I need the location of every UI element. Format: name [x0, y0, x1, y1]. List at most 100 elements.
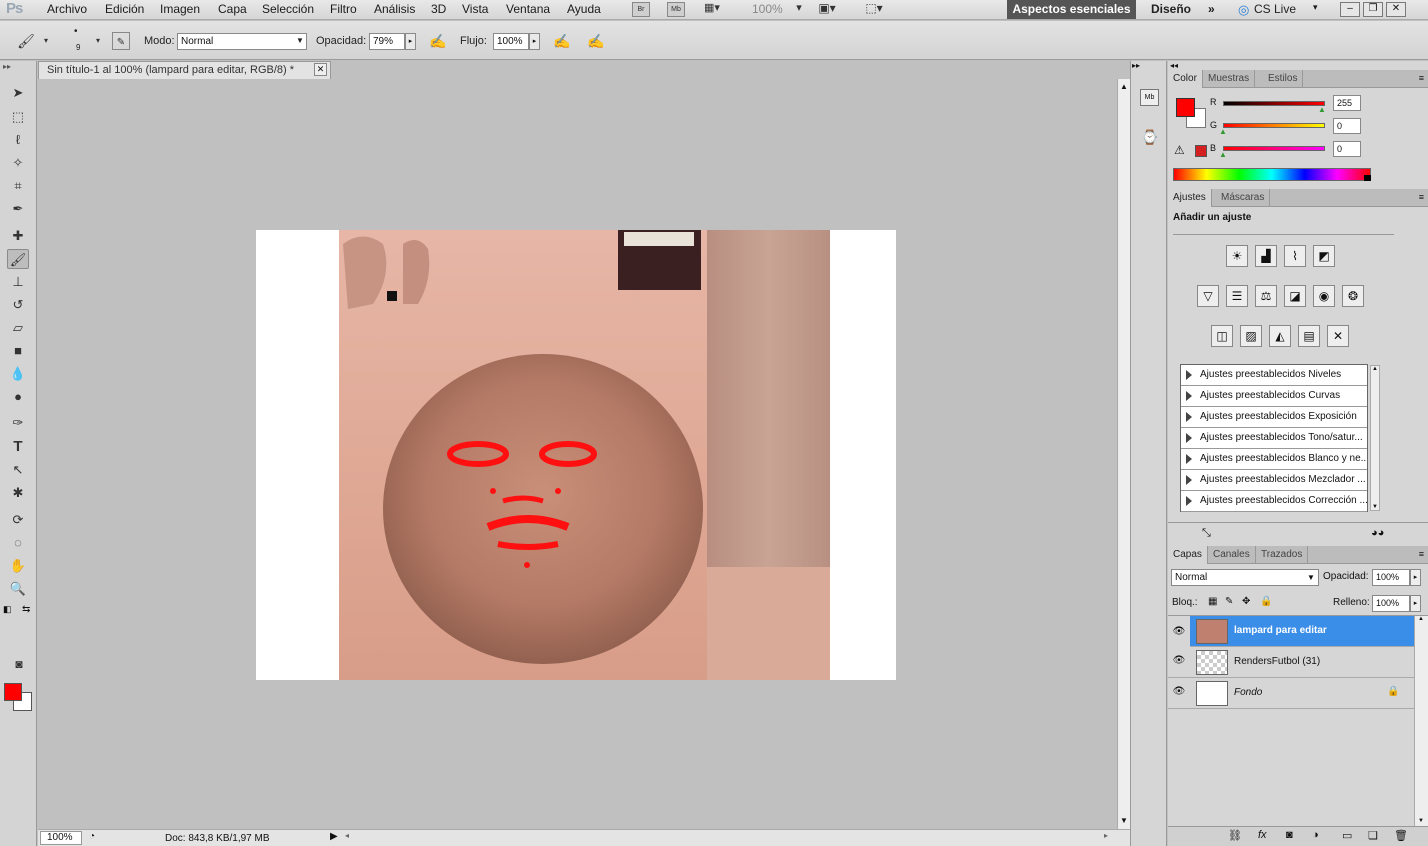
levels-icon[interactable]: ▟ [1255, 245, 1277, 267]
menu-ventana[interactable]: Ventana [506, 2, 550, 16]
hscroll-left-icon[interactable]: ◂ [345, 831, 349, 840]
menu-analisis[interactable]: Análisis [374, 2, 415, 16]
adjustment-clip-icon[interactable]: ◕◕ [1371, 527, 1384, 539]
return-to-adjustments-icon[interactable]: ⤡ [1202, 527, 1211, 540]
opacity-slider-arrow-icon[interactable]: ▸ [405, 33, 416, 50]
history-panel-icon[interactable]: ⌚ [1141, 129, 1158, 146]
lock-pixels-icon[interactable]: ✎ [1225, 596, 1233, 607]
preset-niveles[interactable]: Ajustes preestablecidos Niveles [1181, 365, 1367, 386]
arrange-documents-icon[interactable]: ▣▾ [818, 2, 836, 17]
gradient-tool-icon[interactable]: ■ [7, 341, 29, 361]
brush-panel-toggle-icon[interactable]: ✎ [112, 32, 130, 50]
posterize-icon[interactable]: ▨ [1240, 325, 1262, 347]
dock-collapse-icon[interactable]: ▸▸ [1132, 61, 1140, 70]
presets-scroll-up-icon[interactable]: ▲ [1372, 366, 1378, 372]
layer-row[interactable]: 👁 RendersFutbol (31) [1168, 647, 1414, 678]
preset-exposicion[interactable]: Ajustes preestablecidos Exposición [1181, 407, 1367, 428]
foreground-color-swatch[interactable] [4, 683, 22, 701]
eraser-tool-icon[interactable]: ▱ [7, 318, 29, 338]
3d-orbit-icon[interactable]: ◌ [7, 533, 29, 553]
g-slider-thumb-icon[interactable]: ▲ [1219, 127, 1227, 136]
mode-dropdown-icon[interactable]: ▼ [296, 36, 304, 45]
hue-saturation-icon[interactable]: ☰ [1226, 285, 1248, 307]
status-info-icon[interactable]: ◔ [89, 831, 95, 842]
layers-scroll-up-icon[interactable]: ▲ [1418, 616, 1424, 622]
status-zoom[interactable]: 100% [40, 831, 82, 845]
layers-scrollbar[interactable]: ▲ ▼ [1414, 616, 1428, 826]
menu-vista[interactable]: Vista [462, 2, 488, 16]
healing-brush-icon[interactable]: ✚ [7, 226, 29, 246]
color-panel-collapse-icon[interactable]: ◂◂ [1170, 61, 1178, 70]
channel-mixer-icon[interactable]: ❂ [1342, 285, 1364, 307]
layer-opacity-arrow-icon[interactable]: ▸ [1410, 569, 1421, 586]
tab-canales[interactable]: Canales [1208, 546, 1256, 564]
more-workspaces-icon[interactable]: » [1208, 2, 1215, 16]
menu-archivo[interactable]: Archivo [47, 2, 87, 16]
preset-tono-saturacion[interactable]: Ajustes preestablecidos Tono/satur... [1181, 428, 1367, 449]
delete-layer-icon[interactable]: 🗑 [1394, 829, 1408, 842]
flow-input[interactable]: 100% [493, 33, 529, 50]
curves-icon[interactable]: ⌇ [1284, 245, 1306, 267]
new-adjustment-layer-icon[interactable]: ◑ [1312, 829, 1319, 841]
close-icon[interactable]: ✕ [1386, 2, 1406, 17]
color-panel-fg-swatch[interactable] [1176, 98, 1195, 117]
brush-tool-icon[interactable]: 🖌 [7, 249, 29, 269]
preset-curvas[interactable]: Ajustes preestablecidos Curvas [1181, 386, 1367, 407]
history-brush-icon[interactable]: ↺ [7, 295, 29, 315]
vertical-scrollbar[interactable]: ▲ ▼ [1117, 79, 1130, 829]
preset-correccion[interactable]: Ajustes preestablecidos Corrección ... [1181, 491, 1367, 512]
r-slider[interactable] [1223, 101, 1325, 106]
fill-input[interactable]: 100% [1372, 595, 1410, 612]
layer-row[interactable]: 👁 Fondo 🔒 [1168, 678, 1414, 709]
eyedropper-tool-icon[interactable]: ✒ [7, 199, 29, 219]
canvas-area[interactable] [38, 79, 1117, 829]
brush-size[interactable]: 9 [76, 43, 80, 52]
swap-colors-icon[interactable]: ⇆ [22, 604, 30, 615]
view-extras-icon[interactable]: ▦▾ [703, 2, 721, 17]
threshold-icon[interactable]: ◭ [1269, 325, 1291, 347]
brush-preset-icon[interactable]: 🖌 [16, 31, 36, 51]
layer-visibility-eye-icon[interactable]: 👁 [1170, 655, 1188, 669]
hscroll-right-icon[interactable]: ▸ [1104, 831, 1108, 840]
tab-estilos[interactable]: Estilos [1263, 70, 1304, 88]
layer-opacity-input[interactable]: 100% [1372, 569, 1410, 586]
quick-selection-icon[interactable]: ✧ [7, 153, 29, 173]
blend-mode-select[interactable]: Normal [1171, 569, 1319, 586]
gamut-warning-icon[interactable]: ⚠ [1174, 143, 1185, 157]
lock-all-icon[interactable]: 🔒 [1260, 596, 1272, 607]
color-balance-icon[interactable]: ⚖ [1255, 285, 1277, 307]
airbrush-icon[interactable]: ✍ [552, 31, 572, 51]
layer-name[interactable]: RendersFutbol (31) [1234, 656, 1320, 667]
new-group-icon[interactable]: ▭ [1342, 829, 1352, 842]
quick-mask-icon[interactable]: ◙ [8, 654, 30, 674]
gradient-map-icon[interactable]: ▤ [1298, 325, 1320, 347]
type-tool-icon[interactable]: T [7, 437, 29, 457]
shape-tool-icon[interactable]: ✱ [7, 483, 29, 503]
crop-tool-icon[interactable]: ⌗ [7, 176, 29, 196]
scroll-up-icon[interactable]: ▲ [1120, 82, 1128, 91]
tab-muestras[interactable]: Muestras [1203, 70, 1256, 88]
lock-transparent-icon[interactable]: ▦ [1208, 596, 1217, 607]
cslive-button[interactable]: CS Live [1254, 2, 1296, 16]
blur-tool-icon[interactable]: 💧 [7, 364, 29, 384]
menu-ayuda[interactable]: Ayuda [567, 2, 601, 16]
mode-select[interactable]: Normal [177, 33, 307, 50]
brush-size-dropdown-icon[interactable]: ▾ [88, 31, 108, 51]
tab-capas[interactable]: Capas [1168, 546, 1208, 564]
spectrum-black-swatch[interactable] [1364, 175, 1371, 181]
clone-stamp-icon[interactable]: ⊥ [7, 272, 29, 292]
add-mask-icon[interactable]: ◙ [1286, 829, 1293, 841]
bridge-button[interactable]: Br [632, 2, 650, 17]
link-layers-icon[interactable]: ⛓ [1228, 829, 1242, 842]
minibridge-button[interactable]: Mb [667, 2, 685, 17]
scroll-down-icon[interactable]: ▼ [1120, 816, 1128, 825]
path-selection-icon[interactable]: ↖ [7, 460, 29, 480]
tablet-opacity-icon[interactable]: ✍ [428, 31, 448, 51]
minibridge-panel-icon[interactable]: Mb [1140, 89, 1159, 106]
layer-name[interactable]: lampard para editar [1234, 625, 1327, 636]
preset-blanco-negro[interactable]: Ajustes preestablecidos Blanco y ne... [1181, 449, 1367, 470]
zoom-level[interactable]: 100% [752, 2, 783, 16]
blend-mode-dropdown-icon[interactable]: ▼ [1307, 573, 1315, 582]
document-close-icon[interactable]: ✕ [314, 63, 327, 76]
3d-rotate-icon[interactable]: ⟳ [7, 510, 29, 530]
